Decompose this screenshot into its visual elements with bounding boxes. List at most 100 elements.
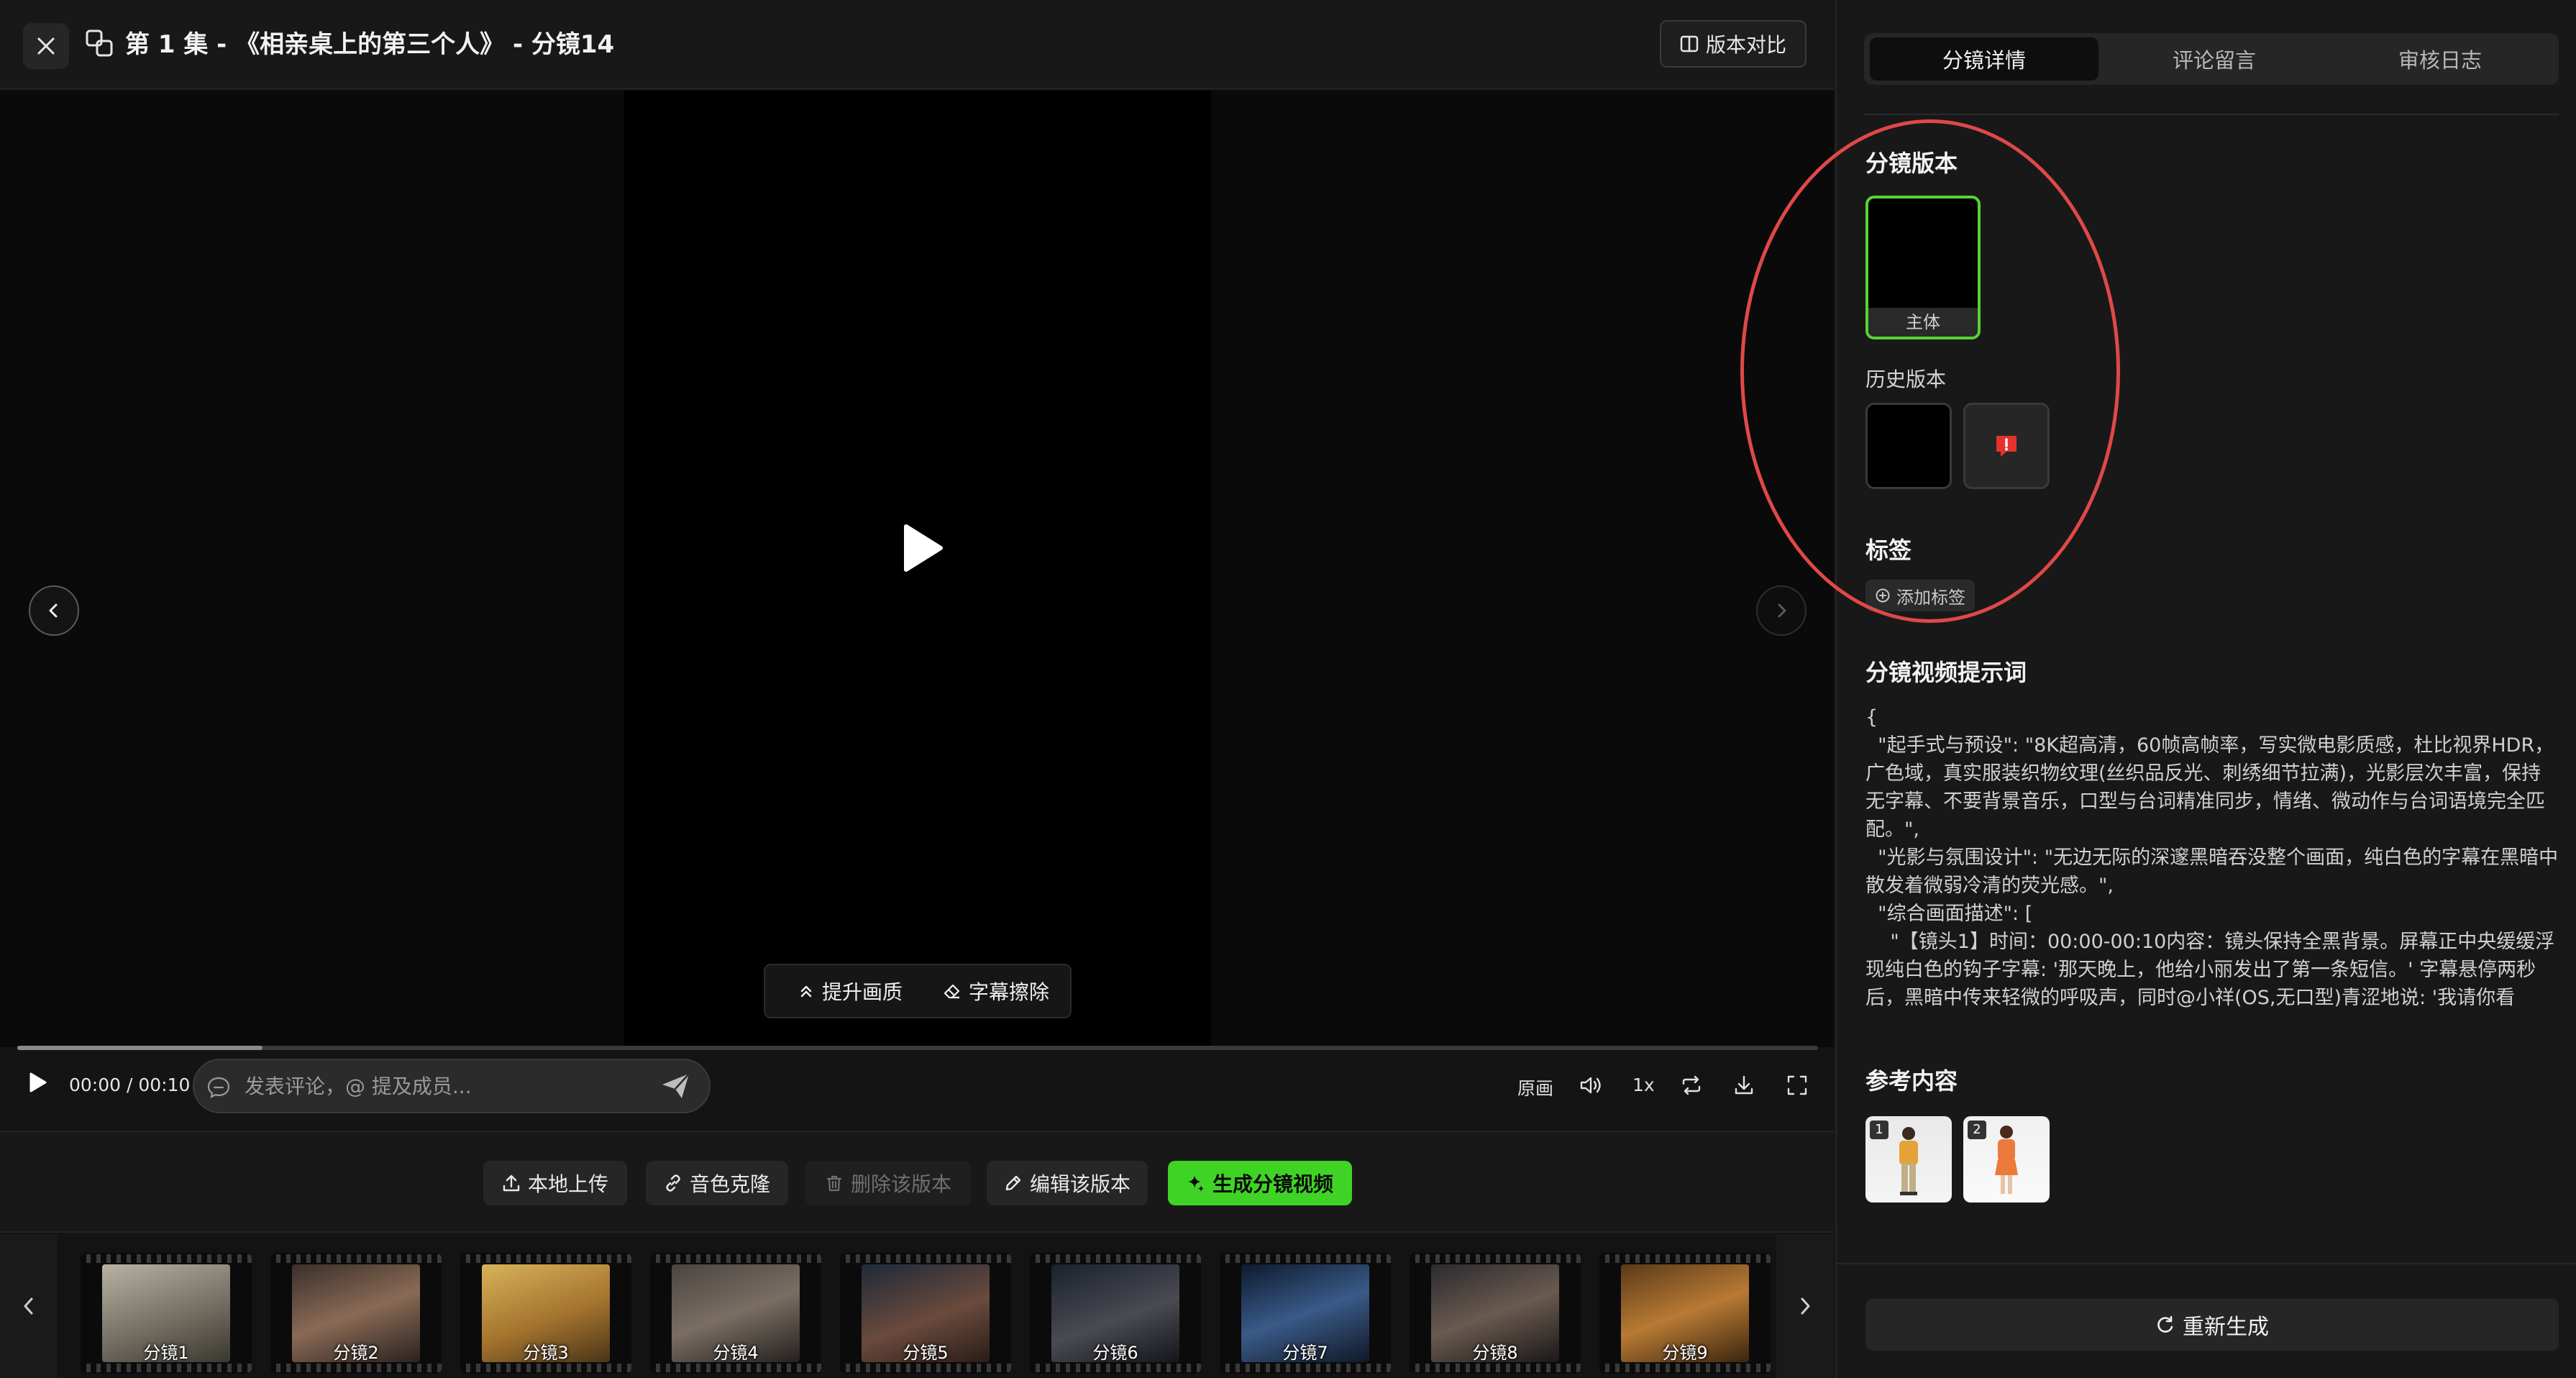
shot-thumbnail[interactable]: 分镜8 — [1410, 1253, 1581, 1374]
shot-label: 分镜7 — [1282, 1343, 1328, 1363]
shot-label: 分镜2 — [333, 1343, 379, 1363]
film-perforation — [1410, 1364, 1581, 1372]
film-perforation — [81, 1254, 252, 1263]
tab-shot-details[interactable]: 分镜详情 — [1870, 37, 2098, 81]
tab-comments[interactable]: 评论留言 — [2100, 37, 2329, 81]
shot-label: 分镜8 — [1472, 1343, 1518, 1363]
progress-bar[interactable] — [17, 1046, 1818, 1050]
chevron-left-icon — [24, 1297, 33, 1315]
version-compare-button[interactable]: 版本对比 — [1660, 20, 1807, 68]
fullscreen-icon[interactable] — [1786, 1074, 1808, 1096]
previous-shot-button[interactable] — [29, 585, 79, 636]
generate-video-label: 生成分镜视频 — [1212, 1172, 1333, 1196]
shot-thumbnail[interactable]: 分镜7 — [1220, 1253, 1391, 1374]
erase-subtitle-button[interactable]: 字幕擦除 — [932, 969, 1060, 1013]
film-perforation — [840, 1254, 1011, 1263]
film-perforation — [1599, 1254, 1771, 1263]
shot-thumbnail[interactable]: 分镜6 — [1030, 1253, 1201, 1374]
shot-label: 分镜9 — [1662, 1343, 1708, 1363]
send-icon[interactable] — [660, 1072, 692, 1100]
trash-icon — [826, 1175, 842, 1192]
local-upload-label: 本地上传 — [527, 1172, 608, 1196]
playback-speed-selector[interactable]: 1x — [1632, 1074, 1655, 1095]
film-perforation — [460, 1254, 631, 1263]
film-perforation — [1220, 1364, 1391, 1372]
edit-version-button[interactable]: 编辑该版本 — [987, 1161, 1148, 1205]
film-perforation — [1599, 1364, 1771, 1372]
voice-clone-button[interactable]: 音色克隆 — [646, 1161, 788, 1205]
pencil-icon — [1005, 1175, 1021, 1191]
person-figure-icon — [1995, 1126, 2018, 1194]
voice-clone-label: 音色克隆 — [689, 1172, 770, 1196]
progress-fill — [17, 1046, 262, 1050]
generate-video-button[interactable]: 生成分镜视频 — [1168, 1161, 1352, 1205]
time-display: 00:00 / 00:10 — [69, 1074, 191, 1095]
shot-label: 分镜4 — [713, 1343, 759, 1363]
film-perforation — [81, 1364, 252, 1372]
film-perforation — [1030, 1254, 1201, 1263]
reference-image[interactable]: 1 — [1865, 1116, 1952, 1203]
play-pause-icon[interactable] — [27, 1072, 47, 1093]
reference-section-title: 参考内容 — [1865, 1067, 1958, 1095]
film-perforation — [270, 1254, 442, 1263]
original-quality-selector[interactable]: 原画 — [1517, 1074, 1553, 1100]
download-icon[interactable] — [1733, 1074, 1755, 1096]
chevron-right-icon — [1801, 1297, 1810, 1315]
divider — [1864, 114, 2559, 115]
shot-thumbnail[interactable]: 分镜1 — [81, 1253, 252, 1374]
loop-icon[interactable] — [1680, 1074, 1703, 1096]
prompt-section-title: 分镜视频提示词 — [1865, 659, 2027, 686]
chevron-right-icon — [1778, 603, 1786, 618]
close-button[interactable] — [23, 23, 69, 69]
comment-input[interactable] — [245, 1064, 647, 1108]
delete-version-label: 删除该版本 — [850, 1172, 951, 1196]
delete-version-button[interactable]: 删除该版本 — [805, 1161, 971, 1205]
prompt-text: { "起手式与预设": "8K超高清，60帧高帧率，写实微电影质感，杜比视界HD… — [1865, 706, 2559, 1009]
shot-label: 分镜1 — [143, 1343, 189, 1363]
page-title: 第 1 集 - 《相亲桌上的第三个人》 - 分镜14 — [125, 30, 615, 59]
upload-icon — [503, 1174, 520, 1192]
annotation-ellipse — [1740, 119, 2120, 623]
volume-icon[interactable] — [1579, 1074, 1604, 1096]
filmstrip-next-button[interactable] — [1776, 1234, 1834, 1378]
edit-version-label: 编辑该版本 — [1029, 1172, 1131, 1196]
film-perforation — [1410, 1254, 1581, 1263]
next-shot-button[interactable] — [1756, 585, 1807, 636]
refresh-icon — [2157, 1315, 2173, 1333]
chevron-left-icon — [49, 603, 58, 618]
comment-icon — [206, 1074, 232, 1100]
double-chevron-up-icon — [800, 985, 812, 998]
shot-thumbnail[interactable]: 分镜5 — [840, 1253, 1011, 1374]
erase-subtitle-label: 字幕擦除 — [968, 980, 1049, 1004]
filmstrip-prev-button[interactable] — [0, 1234, 58, 1378]
film-perforation — [840, 1364, 1011, 1372]
shot-thumbnail[interactable]: 分镜4 — [650, 1253, 821, 1374]
shot-label: 分镜6 — [1092, 1343, 1138, 1363]
shot-thumbnail[interactable]: 分镜9 — [1599, 1253, 1771, 1374]
shot-thumbnail[interactable]: 分镜3 — [460, 1253, 631, 1374]
reference-image[interactable]: 2 — [1963, 1116, 2050, 1203]
enhance-quality-button[interactable]: 提升画质 — [777, 969, 923, 1013]
film-perforation — [1030, 1364, 1201, 1372]
film-perforation — [650, 1364, 821, 1372]
person-figure-icon — [1899, 1127, 1918, 1195]
play-icon[interactable] — [900, 524, 944, 572]
regenerate-button[interactable]: 重新生成 — [1865, 1299, 2559, 1351]
divider — [1835, 1263, 2576, 1264]
eraser-icon — [944, 984, 960, 999]
regenerate-label: 重新生成 — [2183, 1315, 2269, 1340]
film-perforation — [270, 1364, 442, 1372]
version-compare-label: 版本对比 — [1705, 33, 1786, 57]
sparkle-icon — [1187, 1175, 1204, 1192]
enhance-quality-label: 提升画质 — [821, 980, 903, 1004]
shot-label: 分镜3 — [523, 1343, 569, 1363]
split-view-icon — [1680, 35, 1699, 53]
tab-review-log[interactable]: 审核日志 — [2326, 37, 2554, 81]
shot-label: 分镜5 — [903, 1343, 949, 1363]
film-perforation — [460, 1364, 631, 1372]
film-perforation — [1220, 1254, 1391, 1263]
local-upload-button[interactable]: 本地上传 — [483, 1161, 627, 1205]
link-icon — [666, 1174, 680, 1192]
storyboard-icon — [85, 29, 114, 58]
shot-thumbnail[interactable]: 分镜2 — [270, 1253, 442, 1374]
